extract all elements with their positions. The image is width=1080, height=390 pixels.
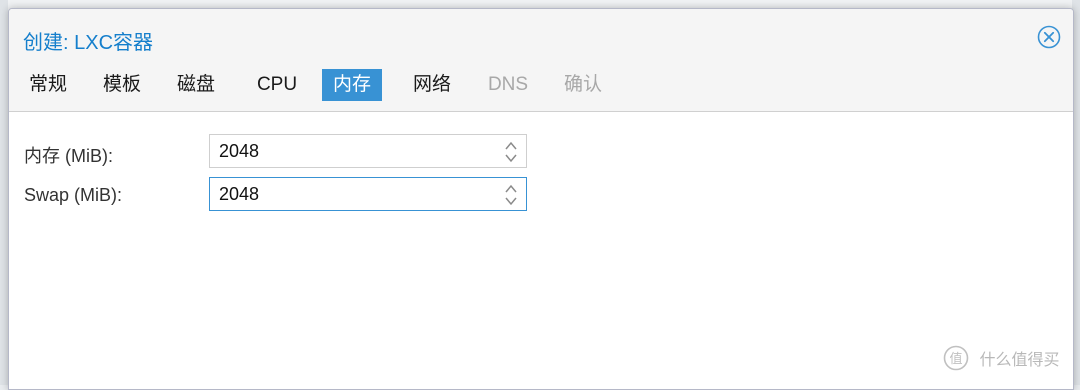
watermark: 值 什么值得买 — [943, 345, 1059, 371]
tab-dns: DNS — [487, 74, 529, 95]
memory-label: 内存 (MiB): — [24, 146, 113, 166]
memory-form: 内存 (MiB): Swap (MiB): — [9, 112, 1073, 389]
swap-input[interactable] — [210, 178, 490, 210]
close-button[interactable] — [1037, 25, 1061, 49]
tab-confirm: 确认 — [563, 74, 602, 95]
memory-spinner — [502, 139, 520, 165]
memory-field — [209, 134, 527, 168]
close-circle-icon — [1037, 25, 1061, 49]
background-panel-left — [0, 0, 8, 385]
tab-template[interactable]: 模板 — [97, 69, 147, 101]
tab-disks[interactable]: 磁盘 — [171, 69, 221, 101]
watermark-text: 什么值得买 — [979, 352, 1060, 369]
swap-spin-up[interactable] — [502, 182, 520, 195]
swap-label: Swap (MiB): — [24, 185, 123, 205]
memory-input[interactable] — [210, 135, 490, 167]
chevron-down-icon — [505, 197, 517, 206]
tab-general[interactable]: 常规 — [23, 69, 73, 101]
swap-spin-down[interactable] — [502, 195, 520, 208]
swap-field — [209, 177, 527, 211]
chevron-down-icon — [505, 154, 517, 163]
memory-spin-down[interactable] — [502, 152, 520, 165]
tab-memory[interactable]: 内存 — [322, 69, 382, 101]
tab-network[interactable]: 网络 — [407, 69, 457, 101]
create-lxc-dialog: 创建: LXC容器 常规 模板 磁盘 CPU 内存 网络 DNS 确认 内存 (… — [8, 8, 1074, 390]
watermark-logo-icon: 值 — [943, 345, 969, 371]
chevron-up-icon — [505, 141, 517, 150]
swap-spinner — [502, 182, 520, 208]
memory-spin-up[interactable] — [502, 139, 520, 152]
dialog-title: 创建: LXC容器 — [23, 32, 154, 54]
tab-cpu[interactable]: CPU — [251, 69, 303, 101]
chevron-up-icon — [505, 184, 517, 193]
svg-text:值: 值 — [949, 351, 962, 367]
dialog-header: 创建: LXC容器 常规 模板 磁盘 CPU 内存 网络 DNS 确认 — [9, 9, 1073, 112]
